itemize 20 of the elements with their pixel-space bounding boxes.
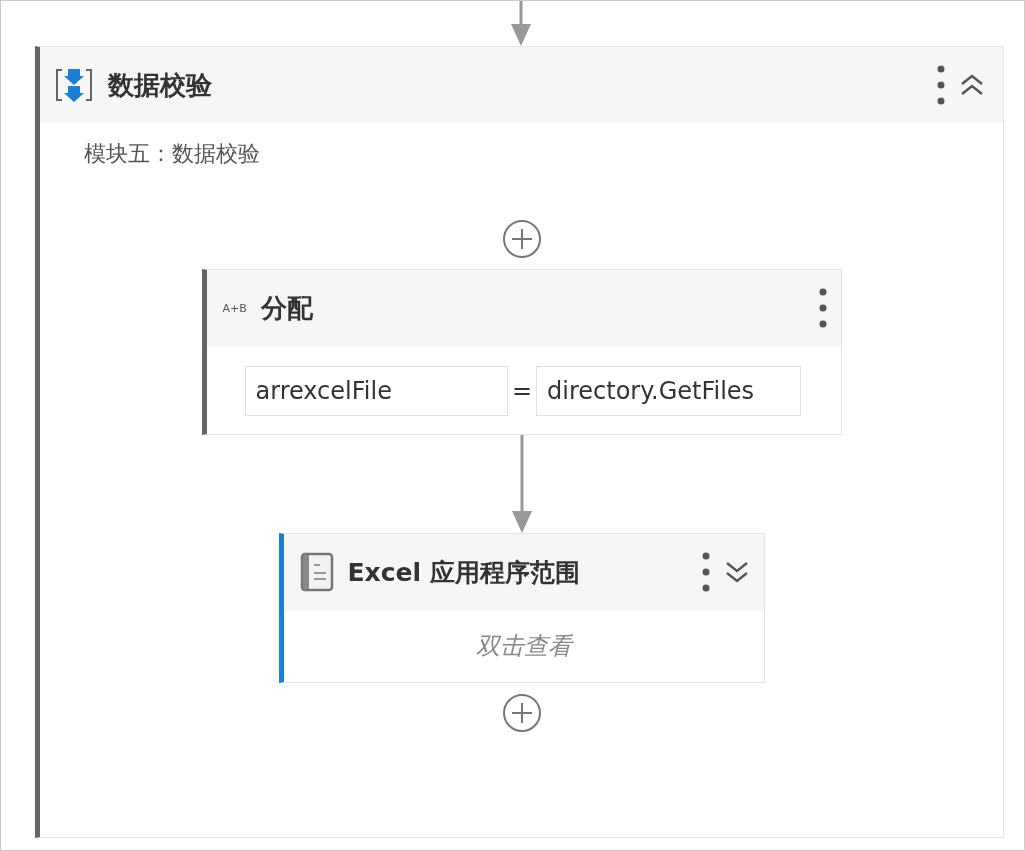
equals-sign: = bbox=[511, 377, 533, 405]
assign-activity-card[interactable]: A+B 分配 arrexcelFile = directory.GetFiles bbox=[201, 269, 842, 435]
more-options-icon[interactable] bbox=[818, 286, 827, 330]
activity-title: 分配 bbox=[260, 291, 314, 325]
collapse-icon[interactable] bbox=[959, 73, 985, 97]
value-field[interactable]: directory.GetFiles bbox=[536, 366, 801, 416]
add-activity-button[interactable] bbox=[501, 219, 542, 259]
document-icon bbox=[299, 552, 334, 592]
sequence-title: 数据校验 bbox=[108, 68, 213, 102]
assign-icon: A+B bbox=[222, 301, 247, 315]
activity-title: Excel 应用程序范围 bbox=[347, 556, 581, 589]
double-click-hint: 双击查看 bbox=[475, 632, 572, 660]
add-activity-button[interactable] bbox=[501, 693, 542, 733]
more-options-icon[interactable] bbox=[701, 550, 710, 594]
excel-scope-card[interactable]: Excel 应用程序范围 双击查看 bbox=[278, 533, 765, 683]
connector-arrow bbox=[509, 1, 533, 46]
sequence-container[interactable]: 数据校验 模块五：数据校验 A+B 分配 arrexcelFile = directory.GetFiles Excel 应用程序范围 双击查看 bbox=[35, 46, 1004, 838]
more-options-icon[interactable] bbox=[937, 63, 945, 107]
annotation-text: 模块五：数据校验 bbox=[84, 141, 260, 166]
variable-field[interactable]: arrexcelFile bbox=[244, 366, 508, 416]
